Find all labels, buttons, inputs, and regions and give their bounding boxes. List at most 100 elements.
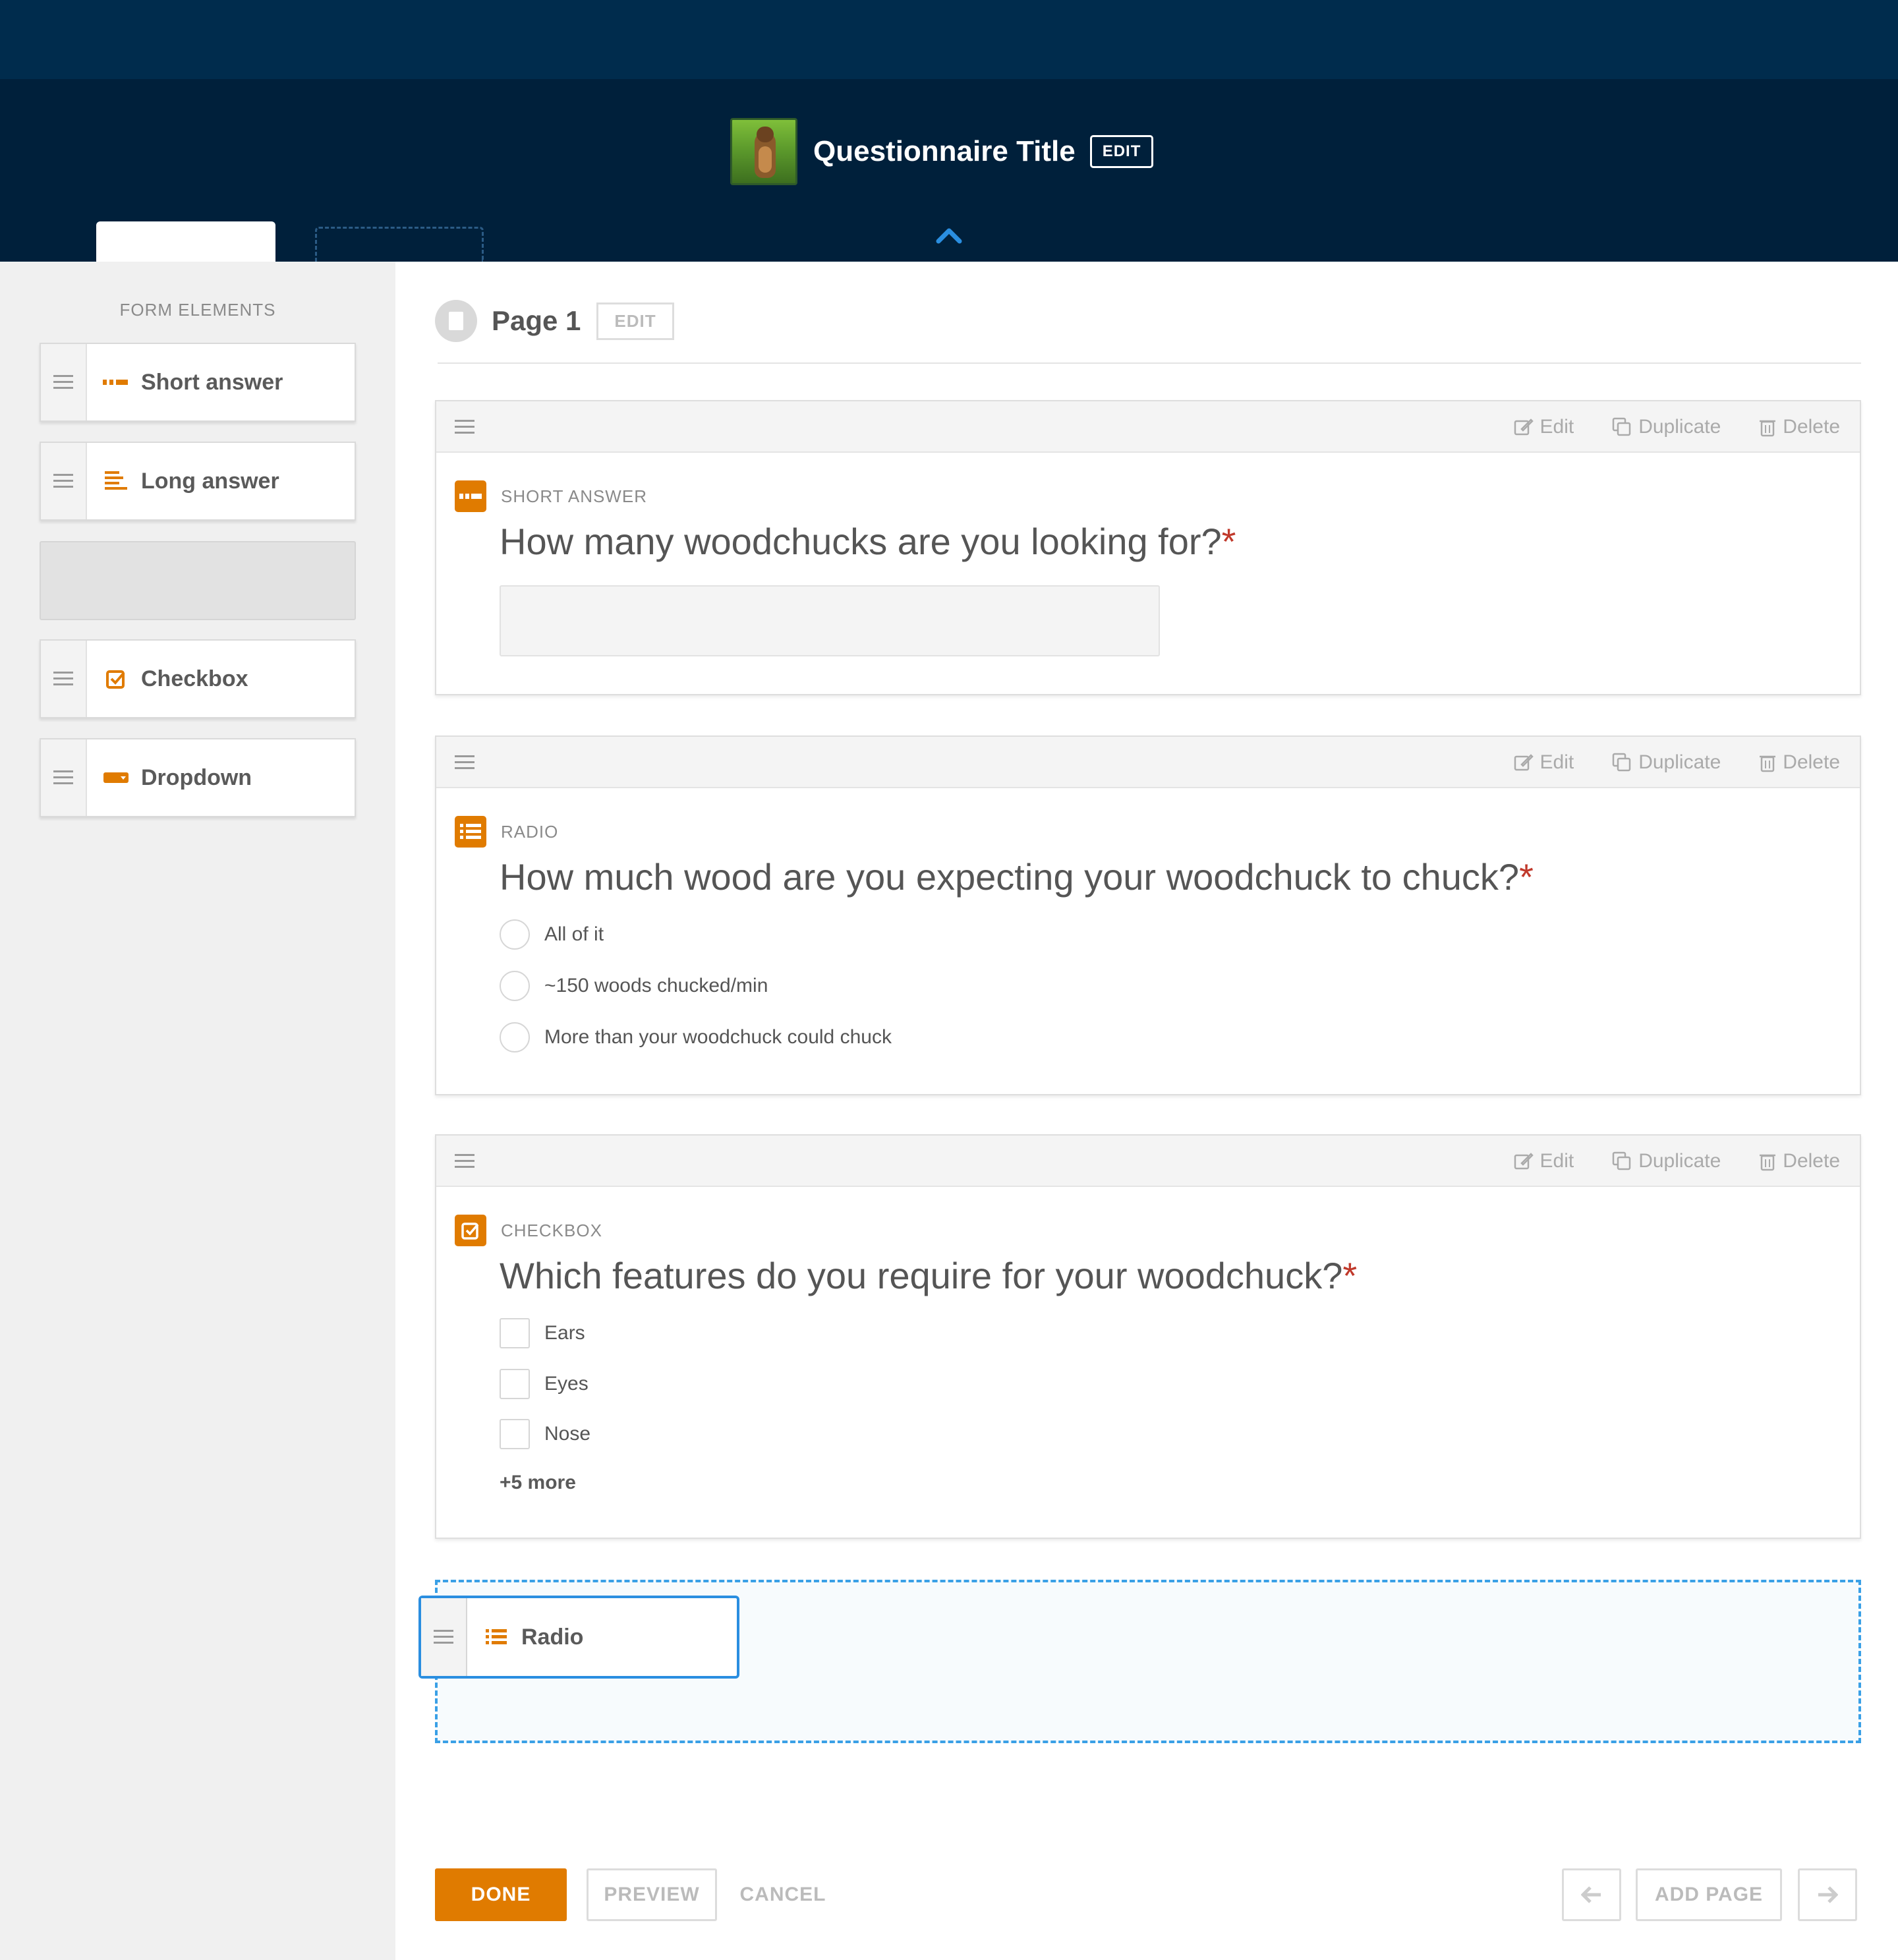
tab-add-placeholder[interactable] — [315, 227, 484, 262]
divider — [438, 362, 1861, 364]
drag-handle-icon[interactable] — [41, 443, 87, 519]
checkbox-icon — [103, 666, 129, 692]
edit-title-button[interactable]: EDIT — [1089, 135, 1154, 168]
trash-icon — [1760, 420, 1776, 437]
top-bar — [0, 0, 1898, 79]
chevron-up-icon[interactable] — [936, 224, 962, 244]
duplicate-icon — [1612, 417, 1631, 436]
sidebar: FORM ELEMENTS Short answer Long answer C… — [0, 262, 395, 1960]
question-type: SHORT ANSWER — [455, 480, 647, 512]
avatar — [730, 118, 797, 185]
sidebar-item-short-answer[interactable]: Short answer — [40, 343, 356, 422]
drag-handle-icon[interactable] — [41, 739, 87, 816]
trash-icon — [1760, 755, 1776, 772]
trash-icon — [1760, 1154, 1776, 1171]
drag-handle-icon[interactable] — [41, 344, 87, 420]
radio-list-icon — [483, 1624, 509, 1650]
checkbox-option[interactable]: Ears — [500, 1318, 585, 1348]
question-card-radio: Edit Duplicate Delete RADIO How much woo… — [435, 735, 1861, 1095]
delete-question-button[interactable]: Delete — [1759, 1150, 1840, 1172]
checkbox[interactable] — [500, 1369, 530, 1399]
header: Questionnaire Title EDIT — [0, 79, 1898, 262]
duplicate-icon — [1612, 1151, 1631, 1170]
duplicate-icon — [1612, 753, 1631, 772]
edit-page-button[interactable]: EDIT — [596, 302, 674, 340]
short-answer-icon — [103, 369, 129, 395]
checkbox[interactable] — [500, 1419, 530, 1449]
questionnaire-title: Questionnaire Title — [813, 135, 1076, 167]
add-page-button[interactable]: ADD PAGE — [1636, 1868, 1782, 1921]
duplicate-question-button[interactable]: Duplicate — [1612, 416, 1721, 438]
question-type-label: RADIO — [501, 821, 559, 842]
card-toolbar: Edit Duplicate Delete — [436, 1136, 1860, 1187]
checkbox-option[interactable]: Nose — [500, 1419, 590, 1449]
radio-button[interactable] — [500, 1022, 530, 1052]
dropdown-icon — [103, 764, 129, 791]
drag-handle-icon[interactable] — [455, 755, 474, 770]
required-marker: * — [1221, 521, 1236, 562]
pencil-icon — [1514, 1153, 1534, 1170]
page-header: Page 1 EDIT — [435, 300, 674, 342]
dragging-item-radio[interactable]: Radio — [418, 1596, 739, 1679]
sidebar-item-label: Checkbox — [141, 666, 248, 691]
sidebar-item-long-answer[interactable]: Long answer — [40, 442, 356, 521]
radio-button[interactable] — [500, 919, 530, 950]
question-text: Which features do you require for your w… — [500, 1255, 1358, 1296]
sidebar-label: FORM ELEMENTS — [119, 300, 276, 320]
next-page-button[interactable] — [1798, 1868, 1857, 1921]
drag-handle-icon[interactable] — [455, 1154, 474, 1168]
edit-question-button[interactable]: Edit — [1514, 751, 1574, 774]
edit-question-button[interactable]: Edit — [1514, 1150, 1574, 1172]
main-canvas: Page 1 EDIT Edit Duplicate Delete SHORT … — [395, 262, 1898, 1960]
required-marker: * — [1342, 1255, 1358, 1296]
drag-handle-icon[interactable] — [41, 641, 87, 717]
cancel-button[interactable]: CANCEL — [737, 1868, 829, 1921]
card-toolbar: Edit Duplicate Delete — [436, 401, 1860, 453]
pencil-icon — [1514, 754, 1534, 771]
radio-list-icon — [455, 816, 486, 848]
short-answer-icon — [455, 480, 486, 512]
sidebar-item-checkbox[interactable]: Checkbox — [40, 639, 356, 718]
checkbox-icon — [455, 1215, 486, 1246]
done-button[interactable]: DONE — [435, 1868, 567, 1921]
question-card-short-answer: Edit Duplicate Delete SHORT ANSWER How m… — [435, 400, 1861, 695]
question-type-label: SHORT ANSWER — [501, 486, 647, 506]
drag-handle-icon[interactable] — [455, 420, 474, 434]
page-icon — [435, 300, 477, 342]
arrow-left-icon — [1581, 1886, 1601, 1903]
delete-question-button[interactable]: Delete — [1759, 751, 1840, 774]
long-answer-icon — [103, 468, 129, 494]
checkbox[interactable] — [500, 1318, 530, 1348]
arrow-right-icon — [1818, 1886, 1838, 1903]
preview-button[interactable]: PREVIEW — [587, 1868, 717, 1921]
radio-button[interactable] — [500, 971, 530, 1001]
previous-page-button[interactable] — [1562, 1868, 1621, 1921]
card-toolbar: Edit Duplicate Delete — [436, 737, 1860, 788]
sidebar-item-dropdown[interactable]: Dropdown — [40, 738, 356, 817]
checkbox-option[interactable]: Eyes — [500, 1369, 589, 1399]
questionnaire-title-bar: Questionnaire Title EDIT — [730, 117, 1154, 186]
question-card-checkbox: Edit Duplicate Delete CHECKBOX Which fea… — [435, 1134, 1861, 1539]
pencil-icon — [1514, 418, 1534, 436]
short-answer-input[interactable] — [500, 585, 1160, 656]
dragging-item-label: Radio — [521, 1624, 584, 1650]
question-type: RADIO — [455, 816, 558, 848]
question-type-label: CHECKBOX — [501, 1220, 602, 1240]
drag-handle-icon[interactable] — [421, 1598, 467, 1676]
sidebar-item-label: Long answer — [141, 468, 279, 494]
sidebar-drag-placeholder — [40, 541, 356, 620]
edit-question-button[interactable]: Edit — [1514, 416, 1574, 438]
page-title: Page 1 — [492, 305, 581, 336]
tab-form-elements[interactable] — [96, 221, 275, 262]
radio-option[interactable]: ~150 woods chucked/min — [500, 971, 768, 1001]
sidebar-item-label: Dropdown — [141, 764, 252, 790]
more-options-link[interactable]: +5 more — [500, 1472, 576, 1494]
radio-option[interactable]: More than your woodchuck could chuck — [500, 1022, 892, 1052]
sidebar-item-label: Short answer — [141, 369, 283, 395]
question-type: CHECKBOX — [455, 1215, 602, 1246]
duplicate-question-button[interactable]: Duplicate — [1612, 1150, 1721, 1172]
question-text: How much wood are you expecting your woo… — [500, 856, 1534, 898]
duplicate-question-button[interactable]: Duplicate — [1612, 751, 1721, 774]
delete-question-button[interactable]: Delete — [1759, 416, 1840, 438]
radio-option[interactable]: All of it — [500, 919, 604, 950]
